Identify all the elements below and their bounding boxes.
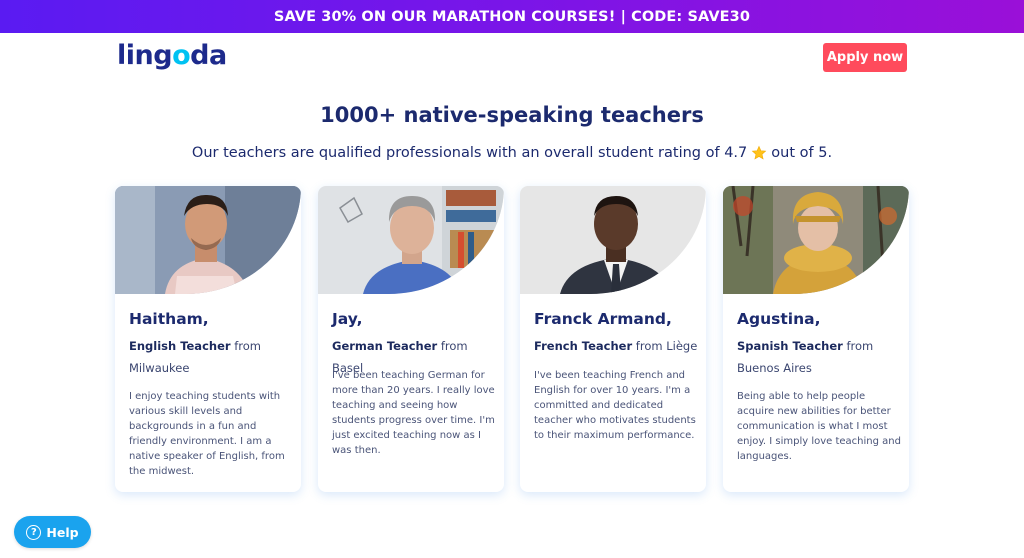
teacher-name: Jay, xyxy=(332,310,363,328)
logo-part-1: ling xyxy=(117,40,173,71)
teacher-location: Liège xyxy=(666,339,698,353)
teacher-bio: I've been teaching French and English fo… xyxy=(534,370,696,441)
teacher-subject: German Teacher xyxy=(332,339,438,353)
teacher-location: Milwaukee xyxy=(129,361,190,375)
teacher-photo xyxy=(115,186,301,294)
teacher-photo xyxy=(318,186,504,294)
teacher-role: English Teacher from Milwaukee xyxy=(129,335,294,379)
apply-now-button[interactable]: Apply now xyxy=(823,43,907,72)
teacher-card-agustina[interactable]: Agustina, Spanish Teacher from Buenos Ai… xyxy=(723,186,909,492)
teacher-card-jay[interactable]: Jay, German Teacher from Basel I've been… xyxy=(318,186,504,492)
teacher-from: from xyxy=(846,339,874,353)
teacher-role: French Teacher from Liège xyxy=(534,335,699,357)
teacher-subject: English Teacher xyxy=(129,339,231,353)
teacher-bio: I've been teaching German for more than … xyxy=(332,370,495,456)
teacher-from: from xyxy=(635,339,663,353)
logo-part-2: o xyxy=(172,40,191,71)
teacher-location: Buenos Aires xyxy=(737,361,812,375)
teacher-name: Haitham, xyxy=(129,310,209,328)
lingoda-logo[interactable]: ling o da xyxy=(117,40,227,71)
teacher-bio: I enjoy teaching students with various s… xyxy=(129,391,285,477)
teacher-name: Agustina, xyxy=(737,310,821,328)
subtitle-text: Our teachers are qualified professionals… xyxy=(191,145,748,161)
logo-part-3: da xyxy=(190,40,227,71)
teacher-from: from xyxy=(234,339,261,353)
teacher-subject: Spanish Teacher xyxy=(737,339,843,353)
teacher-card-haitham[interactable]: Haitham, English Teacher from Milwaukee … xyxy=(115,186,301,492)
subtitle-suffix: out of 5. xyxy=(771,145,833,161)
star-icon xyxy=(751,145,767,160)
help-label: Help xyxy=(46,524,79,540)
teacher-name: Franck Armand, xyxy=(534,310,672,328)
teacher-from: from xyxy=(440,339,468,353)
help-button[interactable]: ? Help xyxy=(14,516,91,548)
teacher-photo xyxy=(520,186,706,294)
page-subtitle: Our teachers are qualified professionals… xyxy=(0,145,1024,161)
teacher-role: Spanish Teacher from Buenos Aires xyxy=(737,335,902,379)
promo-text: SAVE 30% ON OUR MARATHON COURSES! | CODE… xyxy=(273,8,751,25)
page-title: 1000+ native-speaking teachers xyxy=(320,103,704,127)
question-icon: ? xyxy=(26,524,42,540)
teacher-bio: Being able to help people acquire new ab… xyxy=(737,391,901,462)
promo-banner[interactable]: SAVE 30% ON OUR MARATHON COURSES! | CODE… xyxy=(0,0,1024,33)
teacher-card-franck-armand[interactable]: Franck Armand, French Teacher from Liège… xyxy=(520,186,706,492)
teacher-subject: French Teacher xyxy=(534,339,633,353)
teacher-photo xyxy=(723,186,909,294)
